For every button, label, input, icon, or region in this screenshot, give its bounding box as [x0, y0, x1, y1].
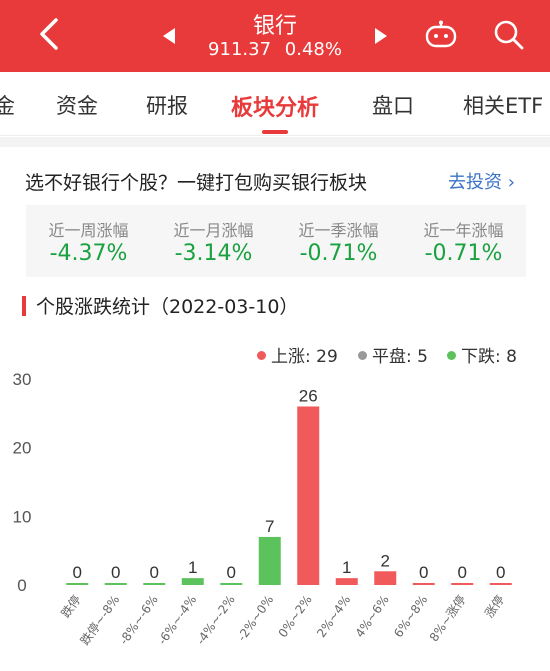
- bar-value-label: 0: [111, 563, 120, 582]
- bar-value-label: 0: [458, 563, 467, 582]
- active-tab-indicator: [262, 130, 288, 134]
- y-tick-label: 10: [13, 507, 32, 526]
- down-dot-icon: [447, 350, 456, 360]
- bar-value-label: 1: [188, 558, 197, 577]
- promo-text: 选不好银行个股？一键打包购买银行板块: [25, 172, 368, 194]
- bar: [143, 583, 166, 585]
- y-tick-label: 30: [13, 370, 32, 389]
- bar-value-label: 2: [381, 551, 390, 570]
- legend-up: 上涨: 29: [257, 342, 338, 367]
- bar: [181, 578, 204, 585]
- bar: [258, 536, 281, 585]
- stat-label: 近一年涨幅: [423, 221, 504, 240]
- bar: [489, 583, 512, 585]
- invest-link[interactable]: 去投资 ›: [448, 168, 515, 194]
- section-title: 个股涨跌统计（2022-03-10）: [36, 296, 299, 318]
- bar-value-label: 0: [419, 563, 428, 582]
- bar-value-label: 0: [73, 563, 82, 582]
- index-value: 911.37: [208, 39, 272, 60]
- flat-dot-icon: [358, 350, 367, 360]
- bar: [66, 583, 89, 585]
- next-sector-icon[interactable]: [375, 28, 387, 44]
- y-tick-label: 0: [17, 576, 26, 595]
- category-label: 2%~4%: [314, 593, 353, 640]
- up-dot-icon: [257, 350, 266, 360]
- category-label: 6%~8%: [391, 593, 430, 640]
- bar: [297, 406, 320, 585]
- stat-label: 近一周涨幅: [48, 221, 129, 240]
- tab-bar: 金 资金 研报 板块分析 盘口 相关ETF: [0, 72, 550, 136]
- legend-down-label: 下跌: 8: [461, 347, 517, 367]
- performance-stats: 近一周涨幅 -4.37% 近一月涨幅 -3.14% 近一季涨幅 -0.71% 近…: [26, 205, 526, 277]
- bar-value-label: 0: [496, 563, 505, 582]
- tab-partial[interactable]: 金: [0, 90, 15, 120]
- category-label: 4%~6%: [353, 593, 392, 640]
- legend-down: 下跌: 8: [447, 342, 517, 367]
- stat-label: 近一季涨幅: [298, 221, 379, 240]
- index-quote: 911.37 0.48%: [0, 39, 550, 60]
- bar-value-label: 0: [227, 563, 236, 582]
- stat-value: -4.37%: [49, 241, 128, 266]
- stat-value: -3.14%: [174, 241, 253, 266]
- category-label: 8%~涨停: [426, 592, 469, 644]
- tab-sector-analysis[interactable]: 板块分析: [231, 90, 319, 122]
- y-tick-label: 20: [13, 439, 32, 458]
- tab-related-etf[interactable]: 相关ETF: [463, 90, 543, 120]
- bar: [220, 583, 243, 585]
- category-label: 0%~2%: [276, 593, 315, 640]
- stat-value: -0.71%: [424, 241, 503, 266]
- bar-value-label: 26: [299, 386, 318, 405]
- stat-label: 近一月涨幅: [173, 221, 254, 240]
- bar-value-label: 1: [342, 558, 351, 577]
- category-label: -4%~-2%: [194, 593, 238, 648]
- legend-flat-label: 平盘: 5: [372, 347, 428, 367]
- section-divider: [0, 137, 550, 147]
- category-label: -2%~0%: [235, 593, 277, 644]
- bar-value-label: 0: [150, 563, 159, 582]
- tab-funds[interactable]: 资金: [56, 90, 98, 120]
- stat-value: -0.71%: [299, 241, 378, 266]
- tab-research[interactable]: 研报: [146, 90, 188, 120]
- category-label: 跌停: [58, 592, 84, 620]
- page-title: 银行: [252, 14, 297, 39]
- bar: [412, 583, 435, 585]
- bar: [335, 578, 358, 585]
- category-label: 涨停: [481, 592, 507, 620]
- legend-flat: 平盘: 5: [358, 342, 428, 367]
- stock-distribution-chart: 01020300跌停0跌停~-8%0-8%~-6%1-6%~-4%0-4%~-2…: [13, 370, 512, 648]
- tab-order-book[interactable]: 盘口: [372, 90, 414, 120]
- change-percent: 0.48%: [284, 39, 342, 60]
- legend-up-label: 上涨: 29: [271, 347, 338, 367]
- bar: [451, 583, 474, 585]
- bar: [104, 583, 127, 585]
- top-bar: 银行 911.37 0.48%: [0, 0, 550, 72]
- section-accent-bar: [22, 296, 26, 316]
- bar: [374, 571, 397, 585]
- robot-assistant-icon[interactable]: [424, 20, 458, 50]
- bar-value-label: 7: [265, 517, 274, 536]
- search-icon[interactable]: [492, 18, 526, 52]
